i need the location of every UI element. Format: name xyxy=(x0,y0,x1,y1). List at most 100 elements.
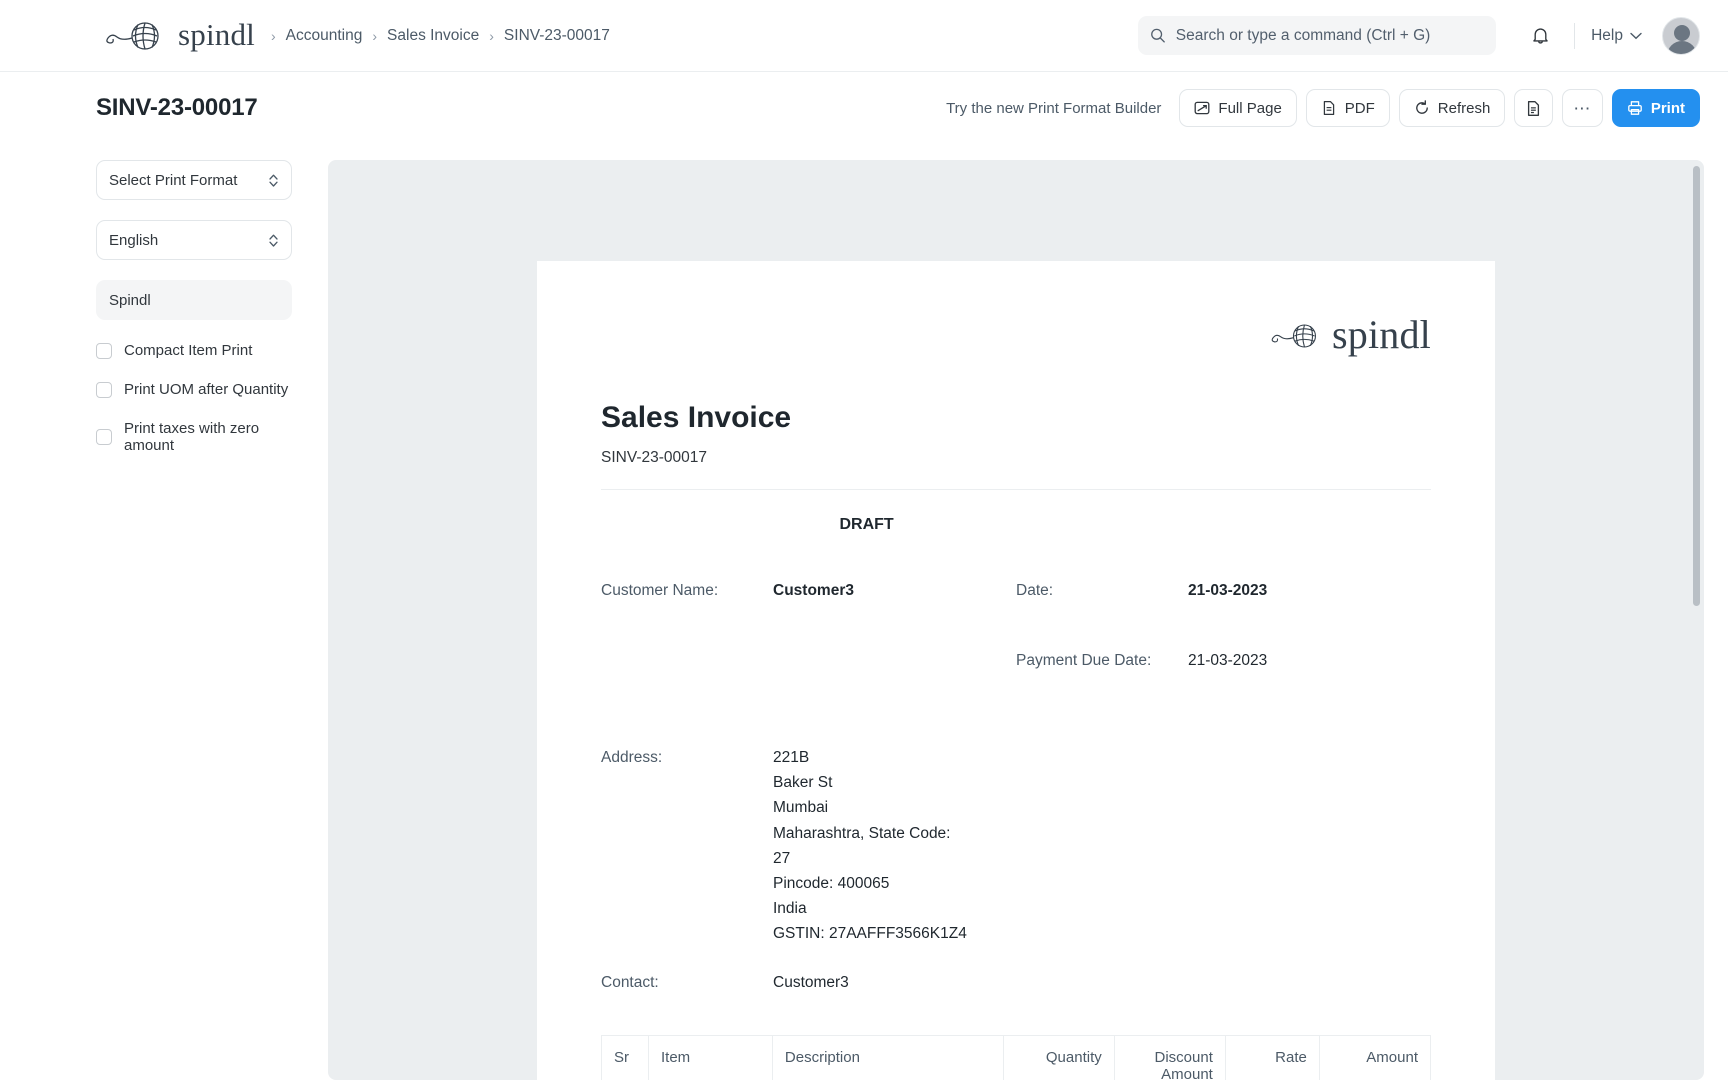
column-header-rate: Rate xyxy=(1225,1036,1319,1080)
bell-icon xyxy=(1530,25,1551,46)
address-line: 27 xyxy=(773,846,967,871)
language-select[interactable]: English xyxy=(96,220,292,260)
checkbox[interactable] xyxy=(96,382,112,398)
invoice-address-row: Address: 221B Baker St Mumbai Maharashtr… xyxy=(601,745,1431,946)
breadcrumb-separator: › xyxy=(489,28,494,44)
contact-label: Contact: xyxy=(601,970,773,995)
page-header: SINV-23-00017 Try the new Print Format B… xyxy=(0,72,1728,144)
address-value: 221B Baker St Mumbai Maharashtra, State … xyxy=(773,745,967,946)
print-settings-panel: Select Print Format English Spindl xyxy=(0,144,328,1080)
customer-name-label: Customer Name: xyxy=(601,578,773,603)
breadcrumb-separator: › xyxy=(271,28,276,44)
print-uom-after-quantity-label: Print UOM after Quantity xyxy=(124,381,288,398)
pdf-button[interactable]: PDF xyxy=(1306,89,1390,127)
breadcrumb-separator: › xyxy=(372,28,377,44)
language-value: English xyxy=(109,232,158,249)
search-input[interactable] xyxy=(1176,27,1484,45)
checkbox[interactable] xyxy=(96,429,112,445)
date-value: 21-03-2023 xyxy=(1188,578,1267,603)
invoice-logo: spindl xyxy=(601,317,1431,355)
spacer-cell xyxy=(601,648,1016,673)
full-page-button[interactable]: Full Page xyxy=(1179,89,1296,127)
compact-item-print-label: Compact Item Print xyxy=(124,342,252,359)
items-table: Sr Item Description Quantity Discount Am… xyxy=(601,1035,1431,1080)
column-header-sr: Sr xyxy=(602,1036,649,1080)
more-options-button[interactable]: ⋯ xyxy=(1562,89,1603,127)
invoice-id: SINV-23-00017 xyxy=(601,449,1431,489)
invoice-meta-row-2: Payment Due Date: 21-03-2023 xyxy=(601,648,1431,673)
brand-wordmark: spindl xyxy=(178,19,255,50)
print-toolbar: Try the new Print Format Builder Full Pa… xyxy=(946,89,1700,127)
refresh-label: Refresh xyxy=(1438,100,1491,117)
navbar-divider xyxy=(1574,23,1575,49)
yarn-ball-logo-icon xyxy=(96,19,174,53)
pdf-label: PDF xyxy=(1345,100,1375,117)
print-button[interactable]: Print xyxy=(1612,89,1700,127)
breadcrumb-item-accounting[interactable]: Accounting xyxy=(286,27,363,45)
invoice-contact-row: Contact: Customer3 xyxy=(601,970,1431,995)
help-menu[interactable]: Help xyxy=(1591,27,1642,45)
contact-value: Customer3 xyxy=(773,970,849,995)
file-text-icon xyxy=(1525,100,1542,117)
compact-item-print-option[interactable]: Compact Item Print xyxy=(96,342,292,359)
invoice-logo-wordmark: spindl xyxy=(1332,315,1431,355)
print-format-builder-note: Try the new Print Format Builder xyxy=(946,100,1161,117)
address-line: Baker St xyxy=(773,770,967,795)
payment-due-date-label: Payment Due Date: xyxy=(1016,648,1188,673)
breadcrumb-item-sales-invoice[interactable]: Sales Invoice xyxy=(387,27,479,45)
notifications-button[interactable] xyxy=(1522,18,1558,54)
print-uom-after-quantity-option[interactable]: Print UOM after Quantity xyxy=(96,381,292,398)
breadcrumb-item-current[interactable]: SINV-23-00017 xyxy=(504,27,610,45)
preview-scrollbar[interactable] xyxy=(1693,166,1700,606)
date-field: Date: 21-03-2023 xyxy=(1016,578,1431,603)
print-format-value: Select Print Format xyxy=(109,172,237,189)
page-title: SINV-23-00017 xyxy=(96,94,258,122)
date-label: Date: xyxy=(1016,578,1188,603)
address-line: GSTIN: 27AAFFF3566K1Z4 xyxy=(773,921,967,946)
items-table-header-row: Sr Item Description Quantity Discount Am… xyxy=(602,1036,1431,1080)
print-taxes-with-zero-amount-option[interactable]: Print taxes with zero amount xyxy=(96,420,292,454)
search-box[interactable] xyxy=(1138,16,1496,55)
print-label: Print xyxy=(1651,100,1685,117)
search-icon xyxy=(1150,27,1166,44)
help-label: Help xyxy=(1591,27,1623,45)
avatar[interactable] xyxy=(1662,17,1700,55)
address-line: Pincode: 400065 xyxy=(773,871,967,896)
address-line: Mumbai xyxy=(773,795,967,820)
address-line: India xyxy=(773,896,967,921)
invoice-paper: spindl Sales Invoice SINV-23-00017 DRAFT… xyxy=(537,261,1495,1080)
top-navbar: spindl › Accounting › Sales Invoice › SI… xyxy=(0,0,1728,72)
file-pdf-icon xyxy=(1321,100,1337,116)
document-button[interactable] xyxy=(1514,89,1553,127)
status-badge: DRAFT xyxy=(601,490,1132,540)
payment-due-date-field: Payment Due Date: 21-03-2023 xyxy=(1016,648,1431,673)
yarn-ball-logo-icon xyxy=(1263,321,1329,351)
checkbox[interactable] xyxy=(96,343,112,359)
chevron-down-icon xyxy=(1630,32,1642,40)
navbar-right: Help xyxy=(1138,16,1700,55)
spacer-cell xyxy=(1016,745,1431,946)
address-field: Address: 221B Baker St Mumbai Maharashtr… xyxy=(601,745,1016,946)
print-preview-area: spindl Sales Invoice SINV-23-00017 DRAFT… xyxy=(328,160,1704,1080)
address-line: 221B xyxy=(773,745,967,770)
contact-field: Contact: Customer3 xyxy=(601,970,1016,995)
refresh-icon xyxy=(1414,100,1430,116)
brand-logo[interactable]: spindl xyxy=(96,19,255,53)
column-header-amount: Amount xyxy=(1319,1036,1430,1080)
refresh-button[interactable]: Refresh xyxy=(1399,89,1506,127)
invoice-meta-row-1: Customer Name: Customer3 Date: 21-03-202… xyxy=(601,578,1431,603)
column-header-discount-amount: Discount Amount xyxy=(1114,1036,1225,1080)
column-header-item: Item xyxy=(649,1036,773,1080)
letterhead-field[interactable]: Spindl xyxy=(96,280,292,320)
print-format-select[interactable]: Select Print Format xyxy=(96,160,292,200)
customer-name-field: Customer Name: Customer3 xyxy=(601,578,1016,603)
print-taxes-with-zero-amount-label: Print taxes with zero amount xyxy=(124,420,292,454)
invoice-title: Sales Invoice xyxy=(601,401,1431,435)
spacer-cell xyxy=(1016,970,1431,995)
chevron-updown-icon xyxy=(268,173,279,188)
column-header-description: Description xyxy=(772,1036,1003,1080)
payment-due-date-value: 21-03-2023 xyxy=(1188,648,1267,673)
breadcrumb: › Accounting › Sales Invoice › SINV-23-0… xyxy=(271,27,610,45)
full-page-label: Full Page xyxy=(1218,100,1281,117)
printer-icon xyxy=(1627,100,1643,116)
